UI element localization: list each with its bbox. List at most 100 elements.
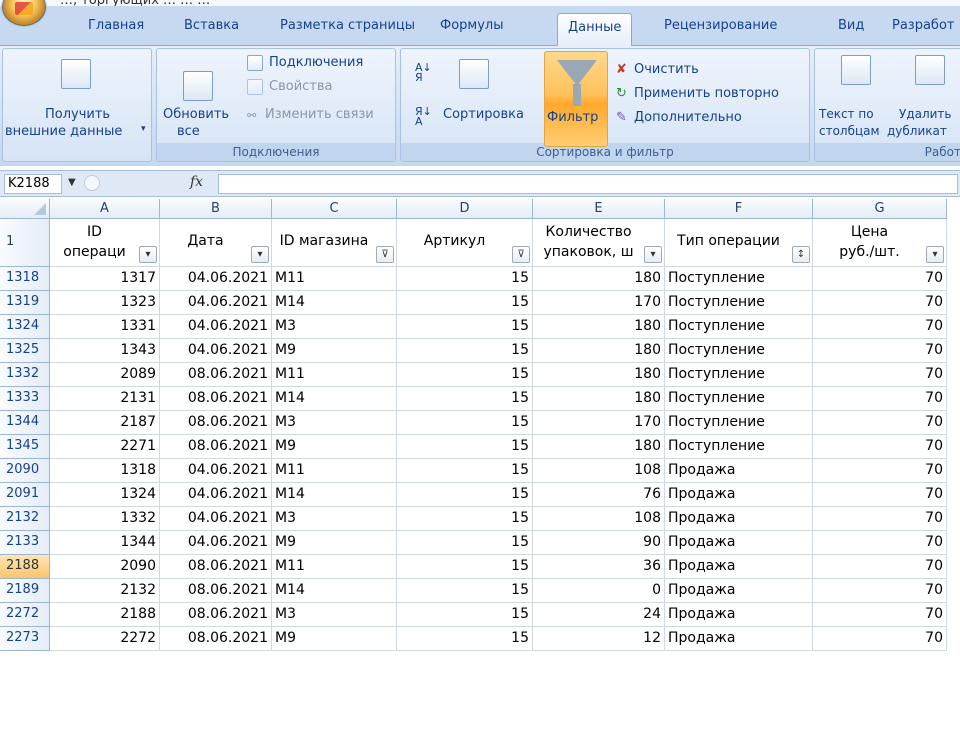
table-cell[interactable]: 1324	[50, 483, 160, 507]
table-cell[interactable]: Поступление	[665, 387, 813, 411]
table-cell[interactable]: 08.06.2021	[160, 435, 272, 459]
sort-indicator-icon[interactable]: ↕	[792, 246, 810, 263]
table-cell[interactable]: Продажа	[665, 627, 813, 651]
connections-icon[interactable]	[247, 55, 263, 71]
row-header-2188[interactable]: 2188	[0, 555, 50, 579]
clear-icon[interactable]: ✘	[616, 62, 627, 77]
tab-formulas[interactable]: Формулы	[440, 18, 503, 33]
table-cell[interactable]: 0	[533, 579, 665, 603]
filter-dropdown-icon[interactable]: ▾	[139, 246, 157, 263]
table-cell[interactable]: 180	[533, 435, 665, 459]
tab-data[interactable]: Данные	[557, 13, 633, 47]
text-to-columns-icon[interactable]	[841, 55, 871, 85]
row-header-2189[interactable]: 2189	[0, 579, 50, 603]
table-cell[interactable]: 1343	[50, 339, 160, 363]
table-cell[interactable]: Продажа	[665, 555, 813, 579]
table-cell[interactable]: 24	[533, 603, 665, 627]
table-cell[interactable]: Продажа	[665, 579, 813, 603]
table-cell[interactable]: 170	[533, 411, 665, 435]
table-cell[interactable]: 180	[533, 315, 665, 339]
row-header-2133[interactable]: 2133	[0, 531, 50, 555]
table-cell[interactable]: 15	[397, 411, 533, 435]
get-external-data-icon[interactable]	[61, 59, 91, 89]
table-cell[interactable]: 08.06.2021	[160, 579, 272, 603]
worksheet-grid[interactable]: A B C D E F G 1 ID операци ▾ Дата ▾ ID магазина ⊽ Артик…	[0, 199, 960, 735]
row-header-2090[interactable]: 2090	[0, 459, 50, 483]
sort-button[interactable]: Сортировка	[443, 107, 524, 122]
table-cell[interactable]: M9	[272, 627, 397, 651]
table-cell[interactable]: 90	[533, 531, 665, 555]
table-cell[interactable]: 15	[397, 507, 533, 531]
table-cell[interactable]: 15	[397, 483, 533, 507]
remove-duplicates-label-1[interactable]: Удалить	[899, 107, 952, 121]
table-cell[interactable]: 70	[813, 507, 947, 531]
table-cell[interactable]: 70	[813, 267, 947, 291]
table-cell[interactable]: 1318	[50, 459, 160, 483]
table-cell[interactable]: 70	[813, 363, 947, 387]
table-cell[interactable]: 15	[397, 435, 533, 459]
table-cell[interactable]: 08.06.2021	[160, 411, 272, 435]
table-cell[interactable]: M3	[272, 603, 397, 627]
edit-links-button[interactable]: Изменить связи	[265, 107, 374, 122]
filter-dropdown-icon[interactable]: ▾	[644, 246, 662, 263]
table-cell[interactable]: Продажа	[665, 483, 813, 507]
table-cell[interactable]: M11	[272, 555, 397, 579]
table-cell[interactable]: Поступление	[665, 411, 813, 435]
refresh-all-label-2[interactable]: все	[177, 124, 200, 139]
row-header-1[interactable]: 1	[0, 219, 50, 267]
row-header-1344[interactable]: 1344	[0, 411, 50, 435]
table-cell[interactable]: Поступление	[665, 291, 813, 315]
table-cell[interactable]: 08.06.2021	[160, 627, 272, 651]
tab-insert[interactable]: Вставка	[184, 18, 239, 33]
refresh-all-icon[interactable]	[183, 71, 213, 101]
table-cell[interactable]: 70	[813, 627, 947, 651]
table-cell[interactable]: 2090	[50, 555, 160, 579]
table-cell[interactable]: 2132	[50, 579, 160, 603]
text-to-columns-label-2[interactable]: столбцам	[819, 124, 880, 138]
row-header-2272[interactable]: 2272	[0, 603, 50, 627]
table-cell[interactable]: 76	[533, 483, 665, 507]
row-header-1318[interactable]: 1318	[0, 267, 50, 291]
table-cell[interactable]: 2089	[50, 363, 160, 387]
table-cell[interactable]: M9	[272, 531, 397, 555]
filter-dropdown-icon[interactable]: ▾	[926, 246, 944, 263]
tab-page-layout[interactable]: Разметка страницы	[280, 18, 415, 33]
column-header-e[interactable]: E	[533, 199, 665, 219]
table-cell[interactable]: 15	[397, 267, 533, 291]
table-cell[interactable]: Поступление	[665, 267, 813, 291]
advanced-icon[interactable]: ✎	[616, 110, 627, 125]
remove-duplicates-label-2[interactable]: дубликат	[887, 124, 947, 138]
table-cell[interactable]: 12	[533, 627, 665, 651]
table-cell[interactable]: M14	[272, 387, 397, 411]
table-cell[interactable]: 180	[533, 363, 665, 387]
table-cell[interactable]: 2187	[50, 411, 160, 435]
table-cell[interactable]: 70	[813, 579, 947, 603]
table-cell[interactable]: Продажа	[665, 603, 813, 627]
table-cell[interactable]: 04.06.2021	[160, 459, 272, 483]
table-cell[interactable]: 04.06.2021	[160, 507, 272, 531]
row-header-1324[interactable]: 1324	[0, 315, 50, 339]
table-cell[interactable]: M3	[272, 411, 397, 435]
table-cell[interactable]: 15	[397, 531, 533, 555]
table-cell[interactable]: 04.06.2021	[160, 267, 272, 291]
table-cell[interactable]: 70	[813, 387, 947, 411]
sort-za-icon[interactable]: Я↓ А	[415, 106, 432, 127]
table-cell[interactable]: M14	[272, 579, 397, 603]
table-cell[interactable]: M14	[272, 483, 397, 507]
table-cell[interactable]: 04.06.2021	[160, 531, 272, 555]
connections-button[interactable]: Подключения	[269, 55, 363, 70]
table-cell[interactable]: Поступление	[665, 315, 813, 339]
advanced-button[interactable]: Дополнительно	[634, 110, 742, 125]
table-cell[interactable]: 15	[397, 291, 533, 315]
table-cell[interactable]: 1331	[50, 315, 160, 339]
name-box-dropdown-icon[interactable]: ▼	[68, 177, 76, 188]
insert-function-icon[interactable]: fx	[190, 174, 203, 190]
table-cell[interactable]: 15	[397, 627, 533, 651]
table-cell[interactable]: 1317	[50, 267, 160, 291]
table-cell[interactable]: 108	[533, 507, 665, 531]
table-cell[interactable]: 15	[397, 459, 533, 483]
table-cell[interactable]: 70	[813, 339, 947, 363]
table-cell[interactable]: 70	[813, 411, 947, 435]
table-cell[interactable]: 180	[533, 267, 665, 291]
text-to-columns-label-1[interactable]: Текст по	[819, 107, 874, 121]
